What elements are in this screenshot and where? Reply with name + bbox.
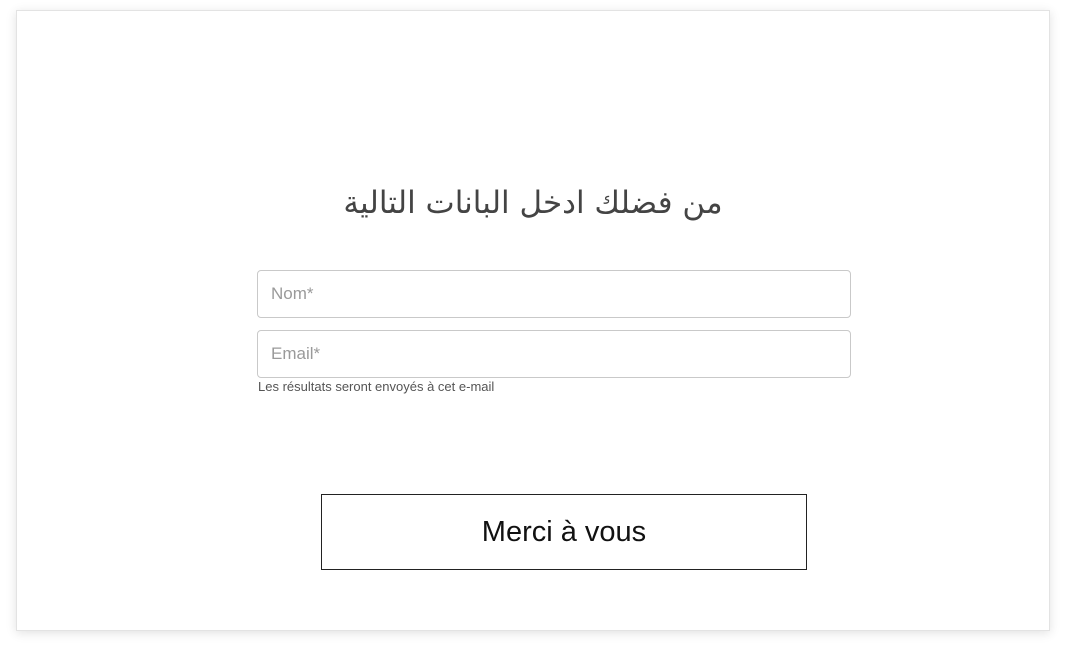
submit-button[interactable]: Merci à vous bbox=[321, 494, 807, 570]
page: من فضلك ادخل البانات التالية Les résulta… bbox=[0, 0, 1067, 652]
email-hint-text: Les résultats seront envoyés à cet e-mai… bbox=[258, 379, 495, 394]
name-input[interactable] bbox=[257, 270, 851, 318]
form-card: من فضلك ادخل البانات التالية Les résulta… bbox=[16, 10, 1050, 631]
form-heading: من فضلك ادخل البانات التالية bbox=[343, 185, 723, 221]
email-input[interactable] bbox=[257, 330, 851, 378]
